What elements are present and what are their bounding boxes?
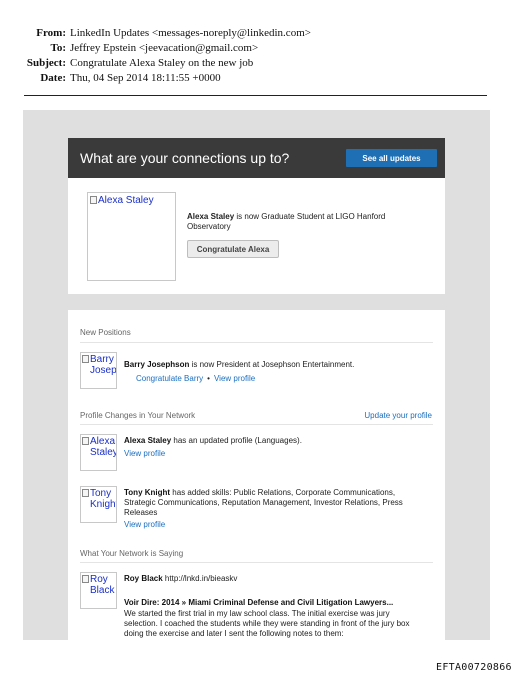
- email-header: From: LinkedIn Updates <messages-noreply…: [0, 26, 512, 86]
- from-row: From: LinkedIn Updates <messages-noreply…: [0, 26, 512, 41]
- new-positions-title: New Positions: [80, 328, 131, 337]
- barry-name[interactable]: Barry Josephson: [124, 360, 189, 369]
- barry-view-profile-link[interactable]: View profile: [214, 374, 255, 383]
- roy-photo-alt: Roy Black: [82, 574, 115, 596]
- connections-header: What are your connections up to? See all…: [68, 138, 445, 178]
- barry-photo-alt-text: Barry Josephson: [90, 354, 117, 376]
- featured-name[interactable]: Alexa Staley: [187, 212, 234, 221]
- barry-links: Congratulate Barry • View profile: [136, 374, 255, 383]
- congratulate-barry-link[interactable]: Congratulate Barry: [136, 374, 203, 383]
- alexa-thumb-alt: Alexa Staley: [82, 436, 117, 458]
- alexa-photo-alt-text: Alexa Staley: [98, 195, 154, 206]
- alexa-photo-alt: Alexa Staley: [90, 195, 173, 206]
- divider: [80, 562, 433, 563]
- barry-update: Barry Josephson is now President at Jose…: [124, 360, 424, 370]
- broken-image-icon: [82, 355, 89, 363]
- from-label: From:: [36, 27, 66, 39]
- roy-url[interactable]: http://lnkd.in/bieaskv: [165, 574, 237, 583]
- post-title[interactable]: Voir Dire: 2014 » Miami Criminal Defense…: [124, 598, 393, 607]
- tony-skills-update: Tony Knight has added skills: Public Rel…: [124, 488, 424, 518]
- profile-changes-title: Profile Changes in Your Network: [80, 411, 196, 420]
- alexa-thumb[interactable]: Alexa Staley: [80, 434, 117, 471]
- document-id: EFTA00720866: [436, 662, 512, 673]
- barry-photo-alt: Barry Josephson: [82, 354, 117, 376]
- update-your-profile-link[interactable]: Update your profile: [364, 411, 432, 420]
- alexa-name[interactable]: Alexa Staley: [124, 436, 171, 445]
- email-body: What are your connections up to? See all…: [23, 110, 490, 640]
- to-label: To:: [50, 42, 67, 54]
- alexa-profile-text: has an updated profile (Languages).: [173, 436, 302, 445]
- subject-value: Congratulate Alexa Staley on the new job: [70, 57, 254, 69]
- header-divider: [24, 95, 487, 96]
- date-row: Date: Thu, 04 Sep 2014 18:11:55 +0000: [0, 71, 512, 86]
- tony-view-profile-link[interactable]: View profile: [124, 520, 165, 529]
- barry-text: is now President at Josephson Entertainm…: [191, 360, 355, 369]
- connections-title: What are your connections up to?: [80, 150, 290, 166]
- to-row: To: Jeffrey Epstein <jeevacation@gmail.c…: [0, 41, 512, 56]
- network-updates-card: New Positions Barry Josephson Barry Jose…: [68, 310, 445, 640]
- alexa-thumb-alt-text: Alexa Staley: [90, 436, 117, 458]
- separator-dot: •: [207, 374, 210, 383]
- post-body: We started the first trial in my law sch…: [124, 609, 410, 638]
- broken-image-icon: [82, 437, 89, 445]
- divider: [80, 424, 433, 425]
- see-all-updates-button[interactable]: See all updates: [346, 149, 437, 167]
- featured-update: Alexa Staley is now Graduate Student at …: [187, 212, 427, 232]
- congratulate-alexa-button[interactable]: Congratulate Alexa: [187, 240, 279, 258]
- broken-image-icon: [90, 196, 97, 204]
- tony-photo[interactable]: Tony Knight: [80, 486, 117, 523]
- to-value: Jeffrey Epstein <jeevacation@gmail.com>: [70, 42, 259, 54]
- subject-row: Subject: Congratulate Alexa Staley on th…: [0, 56, 512, 71]
- barry-photo[interactable]: Barry Josephson: [80, 352, 117, 389]
- network-saying-title: What Your Network is Saying: [80, 549, 184, 558]
- roy-photo[interactable]: Roy Black: [80, 572, 117, 609]
- date-label: Date:: [40, 72, 66, 84]
- tony-photo-alt-text: Tony Knight: [90, 488, 117, 510]
- from-value: LinkedIn Updates <messages-noreply@linke…: [70, 27, 311, 39]
- divider: [80, 342, 433, 343]
- roy-share: Roy Black http://lnkd.in/bieaskv: [124, 574, 424, 584]
- connections-card: What are your connections up to? See all…: [68, 138, 445, 294]
- alexa-photo[interactable]: Alexa Staley: [87, 192, 176, 281]
- roy-name[interactable]: Roy Black: [124, 574, 163, 583]
- broken-image-icon: [82, 575, 89, 583]
- date-value: Thu, 04 Sep 2014 18:11:55 +0000: [70, 72, 221, 84]
- tony-name[interactable]: Tony Knight: [124, 488, 170, 497]
- alexa-view-profile-link[interactable]: View profile: [124, 449, 165, 458]
- subject-label: Subject:: [26, 57, 66, 69]
- alexa-profile-update: Alexa Staley has an updated profile (Lan…: [124, 436, 424, 446]
- broken-image-icon: [82, 489, 89, 497]
- roy-photo-alt-text: Roy Black: [90, 574, 115, 596]
- tony-photo-alt: Tony Knight: [82, 488, 117, 510]
